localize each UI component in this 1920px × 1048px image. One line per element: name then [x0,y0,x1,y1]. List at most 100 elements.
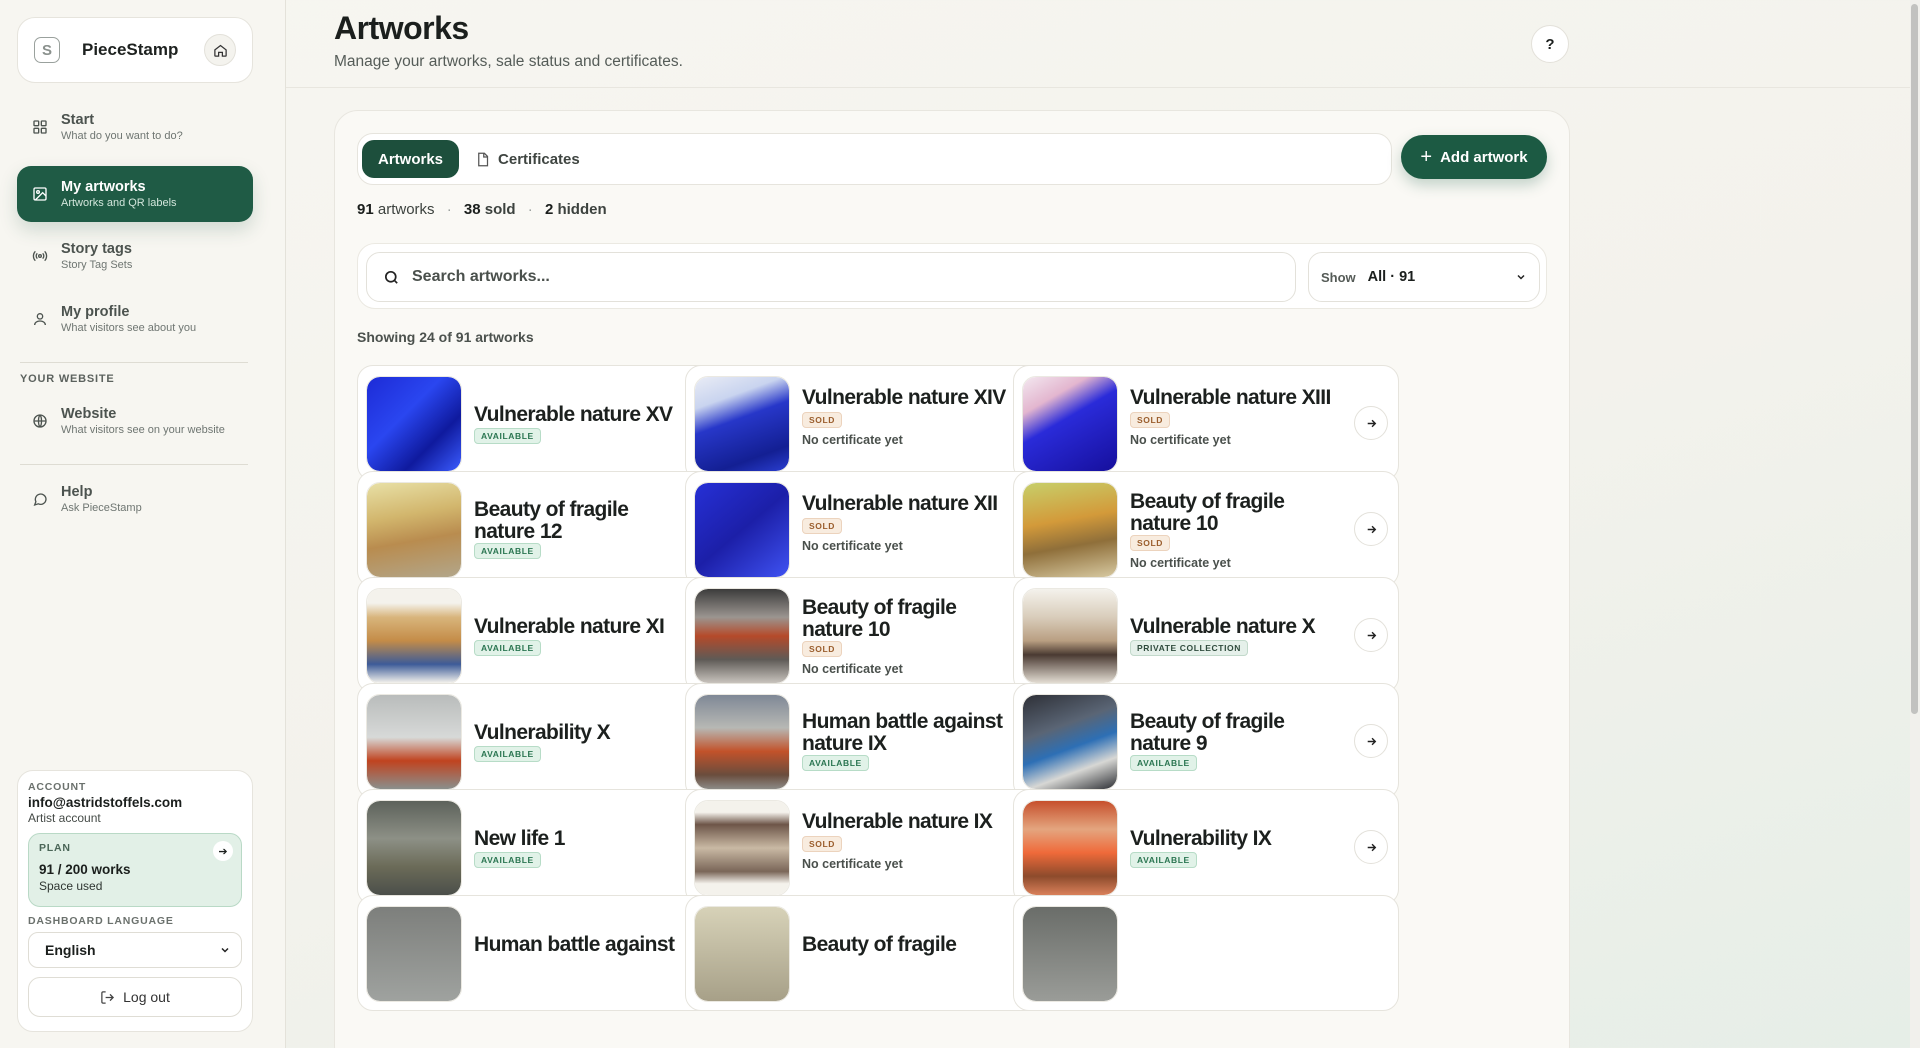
artwork-card[interactable] [1013,895,1399,1011]
stat-separator: · [527,201,533,218]
arrow-right-icon [1367,843,1376,851]
artwork-thumbnail [1022,800,1118,896]
open-artwork-button[interactable] [1354,830,1388,864]
status-badge: AVAILABLE [1130,755,1197,771]
artwork-title: Vulnerable nature X [1130,615,1316,638]
sidebar-divider [20,464,248,465]
open-artwork-button[interactable] [1354,724,1388,758]
artwork-image [1023,589,1117,683]
nav-website[interactable]: Website What visitors see on your websit… [17,393,253,449]
stat-hidden-label: hidden [557,201,607,218]
logout-button[interactable]: Log out [28,977,242,1017]
open-artwork-button[interactable] [1354,512,1388,546]
search-input[interactable]: Search artworks... [366,252,1296,302]
artwork-title: Human battle against nature IX [802,710,1003,755]
nav-start[interactable]: Start What do you want to do? [17,99,253,155]
status-badge: SOLD [1130,535,1171,551]
artwork-thumbnail [694,694,790,790]
scrollbar-thumb[interactable] [1911,4,1918,714]
nav-help-title: Help [61,484,93,500]
status-badge: AVAILABLE [474,543,541,559]
artwork-image [695,589,789,683]
globe-icon [31,412,49,430]
stat-hidden-count: 2 [544,201,554,218]
certificate-status: No certificate yet [802,857,903,871]
show-filter-label: Show [1321,269,1356,285]
help-button[interactable]: ? [1531,25,1569,63]
open-artwork-button[interactable] [1354,618,1388,652]
artwork-card[interactable]: Beauty of fragile nature 10 SOLD No certif… [1013,471,1399,587]
artwork-card[interactable]: Vulnerable nature X PRIVATE COLLECTION [1013,577,1399,693]
artwork-thumbnail [366,906,462,1002]
artwork-image [367,483,461,577]
artwork-title: Vulnerable nature XIII [1130,386,1331,409]
certificate-status: No certificate yet [1130,556,1231,570]
broadcast-icon [31,247,49,265]
artwork-image [695,483,789,577]
nav-start-title: Start [61,112,95,128]
brand-logo-icon: S [34,37,60,63]
tab-artworks-label: Artworks [378,150,444,168]
artwork-thumbnail [694,800,790,896]
stat-separator: · [446,201,452,218]
tab-certificates[interactable]: Certificates [459,140,596,178]
artwork-card[interactable]: Beauty of fragile nature 9 AVAILABLE [1013,683,1399,799]
status-badge: AVAILABLE [474,428,541,444]
artwork-thumbnail [366,800,462,896]
showing-count: Showing 24 of 91 artworks [357,329,534,345]
nav-my-artworks-title: My artworks [61,179,146,195]
nav-my-profile[interactable]: My profile What visitors see about you [17,291,253,347]
open-artwork-button[interactable] [1354,406,1388,440]
artwork-title: Vulnerable nature XI [474,615,665,638]
artwork-title: Beauty of fragile nature 12 [474,498,629,543]
plan-count: 91 / 200 works [39,862,131,877]
artwork-title: Vulnerability IX [1130,827,1272,850]
tab-artworks[interactable]: Artworks [362,140,460,178]
status-badge: SOLD [802,641,843,657]
plan-card[interactable]: PLAN 91 / 200 works Space used ➔ [28,833,242,907]
artwork-thumbnail [694,906,790,1002]
scrollbar[interactable] [1910,0,1920,1048]
nav-my-artworks[interactable]: My artworks Artworks and QR labels [17,166,253,222]
nav-story-tags-title: Story tags [61,241,132,257]
show-filter-select[interactable]: Show All · 91 [1308,252,1540,302]
language-select[interactable]: English [28,932,242,968]
sidebar-divider [20,362,248,363]
nav-my-profile-title: My profile [61,304,130,320]
page-subtitle: Manage your artworks, sale status and ce… [334,53,683,70]
nav-story-tags[interactable]: Story tags Story Tag Sets [17,228,253,284]
artwork-thumbnail [1022,906,1118,1002]
artwork-card[interactable]: Vulnerable nature XIII SOLD No certificate… [1013,365,1399,481]
status-badge: AVAILABLE [474,746,541,762]
nav-story-tags-sub: Story Tag Sets [61,259,133,271]
tab-bar: Artworks Certificates [357,133,1392,185]
image-icon [31,185,49,203]
artwork-image [695,801,789,895]
tab-certificates-label: Certificates [498,150,580,168]
home-button[interactable] [204,34,236,66]
artwork-image [1023,377,1117,471]
status-badge: SOLD [802,412,843,428]
artwork-image [367,377,461,471]
artwork-image [367,907,461,1001]
search-filter-bar: Search artworks... Show All · 91 [357,243,1547,309]
artwork-title: Beauty of fragile nature 10 [802,596,957,641]
add-artwork-button[interactable]: + Add artwork [1401,135,1547,179]
chevron-down-icon [221,947,229,953]
artwork-image [695,907,789,1001]
nav-help[interactable]: Help Ask PieceStamp [17,471,253,527]
logout-icon [101,990,115,1004]
nav-help-sub: Ask PieceStamp [61,502,142,514]
artwork-card[interactable]: Vulnerability IX AVAILABLE [1013,789,1399,905]
artwork-thumbnail [694,482,790,578]
artwork-thumbnail [694,588,790,684]
status-badge: PRIVATE COLLECTION [1130,640,1248,656]
artwork-thumbnail [1022,588,1118,684]
brand-card: S PieceStamp [17,17,253,83]
chat-icon [31,490,49,508]
artwork-thumbnail [694,376,790,472]
artwork-thumbnail [1022,376,1118,472]
nav-website-title: Website [61,406,117,422]
certificate-status: No certificate yet [802,662,903,676]
nav-start-sub: What do you want to do? [61,130,183,142]
